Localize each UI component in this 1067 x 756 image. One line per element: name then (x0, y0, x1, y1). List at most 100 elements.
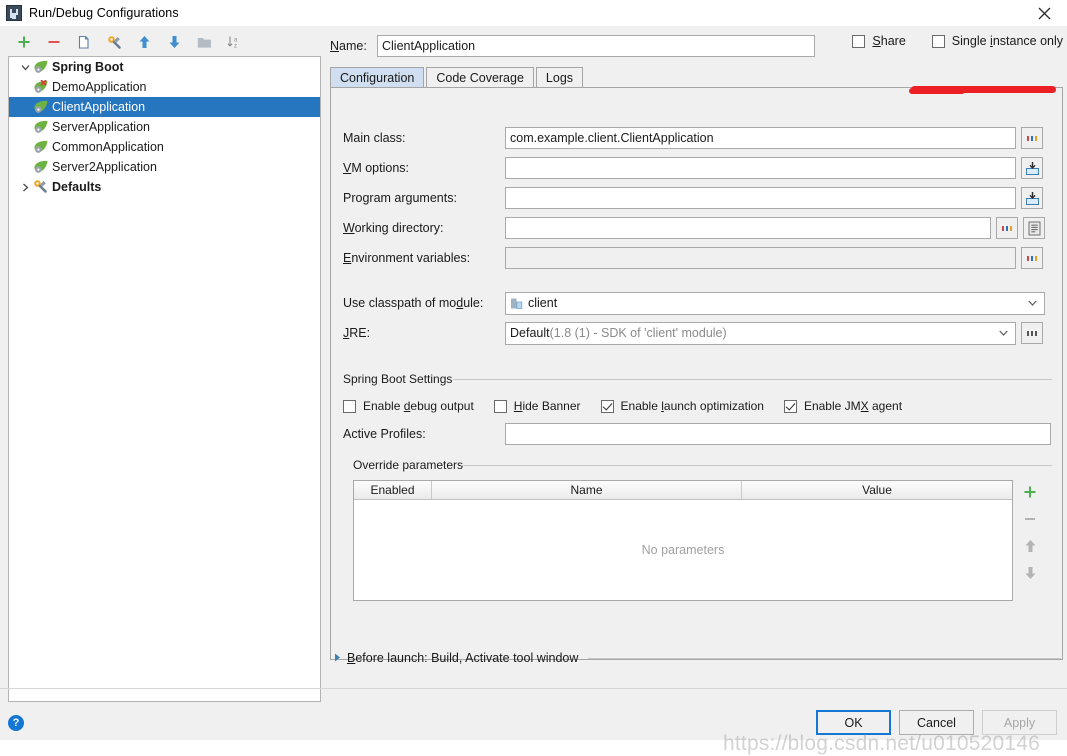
chevron-down-icon (999, 326, 1008, 340)
red-annotation-underline (909, 86, 1056, 94)
tab-configuration[interactable]: Configuration (330, 67, 425, 87)
footer-divider (0, 688, 1067, 689)
tree-item-commonapplication[interactable]: CommonApplication (9, 137, 320, 157)
chevron-down-icon[interactable] (17, 63, 33, 72)
share-label: Share (872, 34, 906, 48)
add-parameter-button[interactable] (1020, 483, 1040, 501)
share-checkbox[interactable]: Share (852, 34, 906, 48)
enable-launch-optimization-checkbox[interactable]: Enable launch optimization (600, 399, 764, 413)
remove-configuration-button[interactable] (44, 32, 64, 52)
classpath-module-value: client (528, 296, 558, 310)
active-profiles-input[interactable] (505, 423, 1051, 445)
chevron-right-icon[interactable] (17, 183, 33, 192)
expand-macro-icon (1025, 161, 1039, 175)
add-configuration-button[interactable] (14, 32, 34, 52)
ok-button[interactable]: OK (816, 710, 891, 735)
sort-alphabetically-button[interactable]: a z (224, 32, 244, 52)
before-launch-label: Before launch: Build, Activate tool wind… (347, 651, 579, 665)
enable-debug-output-checkbox[interactable]: Enable debug output (343, 399, 474, 413)
spring-leaf-icon (33, 99, 50, 115)
working-directory-label: Working directory: (343, 221, 444, 235)
tree-item-serverapplication[interactable]: ServerApplication (9, 117, 320, 137)
column-header-name[interactable]: Name (432, 481, 742, 499)
ellipsis-icon (1026, 255, 1038, 261)
hide-banner-label: Hide Banner (513, 399, 581, 413)
environment-variables-edit-button[interactable] (1021, 247, 1043, 269)
tree-item-clientapplication[interactable]: ClientApplication (9, 97, 320, 117)
edit-templates-button[interactable] (104, 32, 124, 52)
main-class-input[interactable] (505, 127, 1016, 149)
single-instance-only-checkbox-box[interactable] (931, 34, 945, 48)
spring-leaf-icon (33, 59, 50, 75)
classpath-module-label: Use classpath of module: (343, 296, 484, 310)
program-arguments-expand-button[interactable] (1021, 187, 1043, 209)
before-launch-section[interactable]: Before launch: Build, Activate tool wind… (334, 650, 1061, 666)
enable-jmx-agent-label: Enable JMX agent (803, 399, 903, 413)
environment-variables-row: Environment variables: (343, 246, 1052, 270)
classpath-module-combo[interactable]: client (505, 291, 1045, 315)
working-directory-browse-button[interactable] (996, 217, 1018, 239)
tree-item-server2application[interactable]: Server2Application (9, 157, 320, 177)
name-input[interactable] (377, 35, 815, 57)
hide-banner-box[interactable] (493, 399, 507, 413)
configuration-editor-panel: Name: Share Single instance only Configu… (330, 26, 1063, 702)
environment-variables-input[interactable] (505, 247, 1016, 269)
new-folder-button[interactable] (194, 32, 214, 52)
svg-text:z: z (234, 44, 237, 50)
copy-configuration-button[interactable] (74, 32, 94, 52)
module-icon (511, 298, 523, 309)
vm-options-input[interactable] (505, 157, 1016, 179)
intellij-idea-logo-icon (6, 5, 22, 21)
tab-logs[interactable]: Logs (535, 67, 584, 87)
help-icon[interactable]: ? (8, 715, 24, 731)
move-parameter-down-button[interactable] (1020, 564, 1040, 582)
main-class-row: Main class: (343, 126, 1052, 150)
run-options: Share Single instance only (852, 34, 1063, 48)
close-icon[interactable] (1022, 0, 1067, 26)
main-class-browse-button[interactable] (1021, 127, 1043, 149)
working-directory-macros-button[interactable] (1023, 217, 1045, 239)
apply-button: Apply (982, 710, 1057, 735)
vm-options-label: VM options: (343, 161, 410, 175)
tree-item-label: Spring Boot (52, 60, 124, 74)
jre-browse-button[interactable] (1021, 322, 1043, 344)
remove-parameter-button[interactable] (1020, 510, 1040, 528)
enable-debug-output-box[interactable] (343, 399, 356, 413)
active-profiles-row: Active Profiles: (343, 422, 1052, 446)
column-header-enabled[interactable]: Enabled (354, 481, 432, 499)
enable-launch-optimization-box[interactable] (600, 399, 614, 413)
tab-code-coverage[interactable]: Code Coverage (426, 67, 534, 87)
ellipsis-icon (1026, 135, 1038, 141)
name-label: Name: (330, 39, 367, 53)
ellipsis-icon (1026, 330, 1038, 336)
move-down-button[interactable] (164, 32, 184, 52)
move-up-button[interactable] (134, 32, 154, 52)
working-directory-input[interactable] (505, 217, 991, 239)
override-parameters-table[interactable]: Enabled Name Value No parameters (353, 480, 1013, 601)
move-parameter-up-button[interactable] (1020, 537, 1040, 555)
share-checkbox-box[interactable] (852, 34, 866, 48)
jre-combo[interactable]: Default (1.8 (1) - SDK of 'client' modul… (505, 321, 1016, 345)
single-instance-only-label: Single instance only (951, 34, 1063, 48)
program-arguments-row: Program arguments: (343, 186, 1052, 210)
tree-item-demoapplication[interactable]: DemoApplication (9, 77, 320, 97)
program-arguments-input[interactable] (505, 187, 1016, 209)
enable-jmx-agent-box[interactable] (783, 399, 797, 413)
enable-jmx-agent-checkbox[interactable]: Enable JMX agent (783, 399, 903, 413)
expand-macro-icon (1025, 191, 1039, 205)
tree-item-spring-boot[interactable]: Spring Boot (9, 57, 320, 77)
configuration-form: Main class: VM options: (330, 87, 1063, 660)
enable-launch-optimization-label: Enable launch optimization (620, 399, 764, 413)
active-profiles-label: Active Profiles: (343, 427, 426, 441)
cancel-button[interactable]: Cancel (899, 710, 974, 735)
hide-banner-checkbox[interactable]: Hide Banner (493, 399, 581, 413)
classpath-module-row: Use classpath of module: client (343, 291, 1052, 315)
triangle-right-icon[interactable] (334, 651, 341, 665)
single-instance-only-checkbox[interactable]: Single instance only (931, 34, 1063, 48)
dialog-buttons: OK Cancel Apply (816, 710, 1057, 735)
configurations-tree[interactable]: Spring Boot DemoApplication ClientApplic… (8, 56, 321, 702)
vm-options-expand-button[interactable] (1021, 157, 1043, 179)
override-parameters-group: Override parameters (353, 458, 1052, 472)
tree-item-defaults[interactable]: Defaults (9, 177, 320, 197)
column-header-value[interactable]: Value (742, 481, 1012, 499)
